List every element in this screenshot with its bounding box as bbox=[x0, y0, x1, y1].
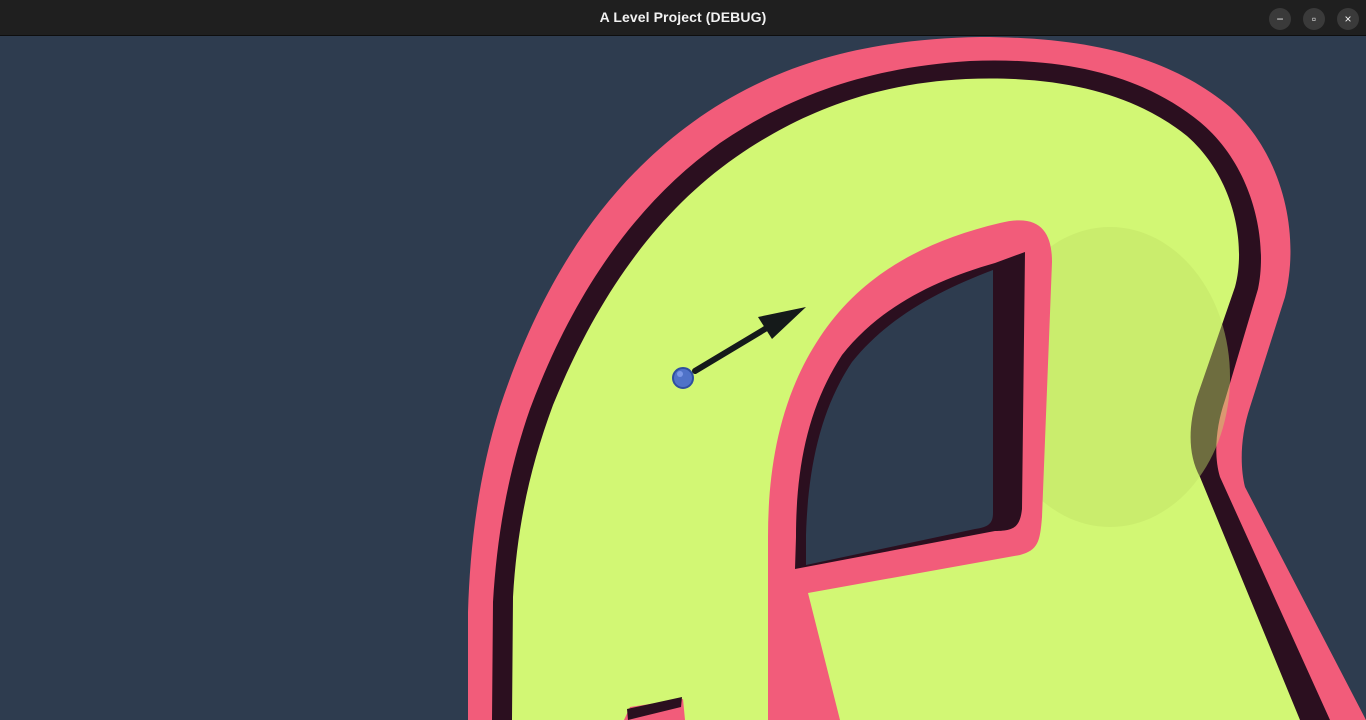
golf-ball-highlight bbox=[677, 371, 683, 377]
close-icon: × bbox=[1344, 12, 1352, 26]
title-bar[interactable]: A Level Project (DEBUG) − ▫ × bbox=[0, 0, 1366, 36]
game-window: A Level Project (DEBUG) − ▫ × bbox=[0, 0, 1366, 720]
golf-ball[interactable] bbox=[672, 367, 694, 389]
minimize-icon: − bbox=[1276, 12, 1284, 26]
minimize-button[interactable]: − bbox=[1269, 8, 1291, 30]
restore-icon: ▫ bbox=[1311, 12, 1317, 26]
window-title: A Level Project (DEBUG) bbox=[599, 9, 767, 25]
close-button[interactable]: × bbox=[1337, 8, 1359, 30]
game-scene[interactable] bbox=[0, 37, 1366, 720]
game-viewport[interactable] bbox=[0, 37, 1366, 720]
maximize-button[interactable]: ▫ bbox=[1303, 8, 1325, 30]
